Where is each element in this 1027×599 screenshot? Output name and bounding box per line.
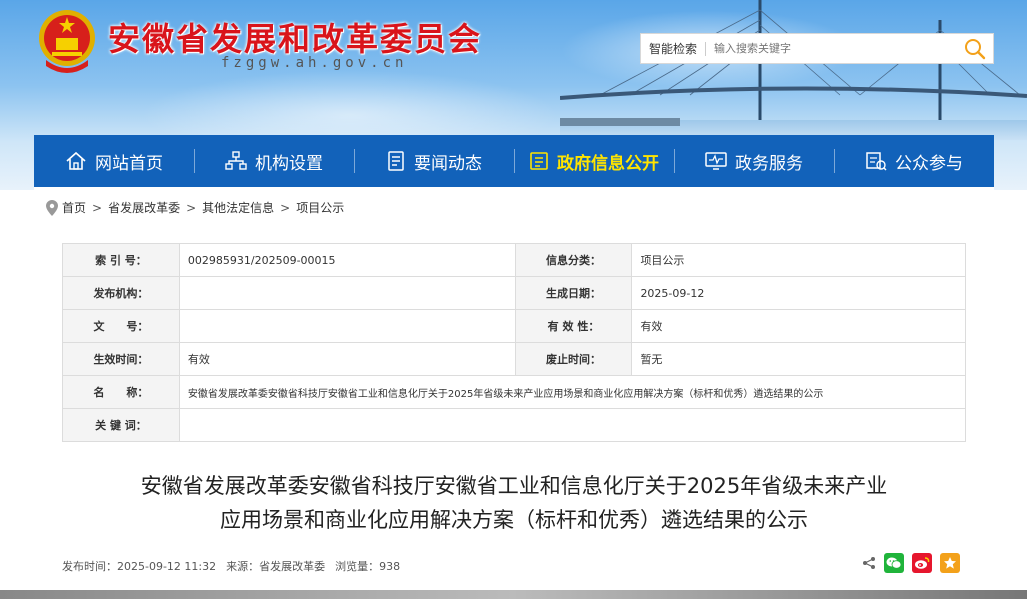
nav-item-news[interactable]: 要闻动态 <box>354 135 514 187</box>
nav-label: 政府信息公开 <box>557 153 659 174</box>
national-emblem-icon <box>39 10 95 73</box>
article-title-line: 应用场景和商业化应用解决方案（标杆和优秀）遴选结果的公示 <box>220 508 808 532</box>
meta-label: 索 引 号： <box>62 243 180 277</box>
breadcrumb-home[interactable]: 首页 <box>62 199 86 216</box>
home-icon <box>66 151 86 170</box>
table-row: 名 称： 安徽省发展改革委安徽省科技厅安徽省工业和信息化厅关于2025年省级未来… <box>62 375 967 409</box>
share-bar <box>862 553 960 573</box>
breadcrumb-separator: > <box>186 200 197 215</box>
table-row: 生效时间： 有效 废止时间： 暂无 <box>62 342 966 376</box>
breadcrumb-other-info[interactable]: 其他法定信息 <box>202 199 274 216</box>
main-nav: 网站首页 机构设置 要闻动态 政府信息公开 政务服务 公众参与 <box>34 135 994 187</box>
monitor-icon <box>705 152 727 170</box>
bridge-illustration <box>560 0 1027 126</box>
breadcrumb-separator: > <box>92 200 103 215</box>
nav-label: 公众参与 <box>895 153 963 174</box>
wechat-share-icon[interactable] <box>884 553 904 573</box>
table-row: 关 键 词： <box>62 408 967 442</box>
article-info-bar: 发布时间：2025-09-12 11:32 来源：省发展改革委 浏览量：938 <box>62 558 966 574</box>
location-pin-icon <box>46 199 58 216</box>
meta-value-effective: 有效 <box>178 342 516 376</box>
meta-label: 有 效 性： <box>514 309 633 343</box>
org-chart-icon <box>225 151 247 170</box>
site-domain: fzggw.ah.gov.cn <box>221 55 408 71</box>
table-row: 文 号： 有 效 性： 有效 <box>62 309 966 343</box>
search-box: 智能检索 <box>640 33 994 64</box>
search-icon[interactable] <box>957 34 993 63</box>
nav-item-info-disclosure[interactable]: 政府信息公开 <box>514 135 674 187</box>
table-row: 发布机构： 生成日期： 2025-09-12 <box>62 276 966 310</box>
meta-label: 信息分类： <box>514 243 633 277</box>
article-title-line: 安徽省发展改革委安徽省科技厅安徽省工业和信息化厅关于2025年省级未来产业 <box>140 474 888 498</box>
breadcrumb-separator: > <box>280 200 291 215</box>
nav-label: 机构设置 <box>255 153 323 174</box>
article-source: 来源：省发展改革委 <box>226 560 326 573</box>
meta-value-keywords <box>178 408 967 442</box>
meta-value-validity: 有效 <box>631 309 966 343</box>
window-bottom-edge <box>0 590 1027 599</box>
meta-label: 生效时间： <box>62 342 180 376</box>
meta-label: 名 称： <box>62 375 180 409</box>
nav-item-organization[interactable]: 机构设置 <box>194 135 354 187</box>
nav-item-home[interactable]: 网站首页 <box>34 135 194 187</box>
info-list-icon <box>530 152 548 170</box>
document-icon <box>388 151 404 171</box>
meta-value-index: 002985931/202509-00015 <box>178 243 516 277</box>
breadcrumb: 首页 > 省发展改革委 > 其他法定信息 > 项目公示 <box>46 199 344 216</box>
search-mode-label[interactable]: 智能检索 <box>641 41 707 56</box>
meta-value-docno <box>178 309 516 343</box>
favorite-star-icon[interactable] <box>940 553 960 573</box>
site-title[interactable]: 安徽省发展和改革委员会 <box>108 14 482 60</box>
meta-label: 发布机构： <box>62 276 180 310</box>
feedback-icon <box>866 152 887 171</box>
meta-value-name: 安徽省发展改革委安徽省科技厅安徽省工业和信息化厅关于2025年省级未来产业应用场… <box>178 375 967 409</box>
meta-label: 生成日期： <box>514 276 633 310</box>
table-row: 索 引 号： 002985931/202509-00015 信息分类： 项目公示 <box>62 243 966 277</box>
view-count: 浏览量：938 <box>335 560 401 573</box>
meta-label: 关 键 词： <box>62 408 180 442</box>
meta-value-publisher <box>178 276 516 310</box>
article-title: 安徽省发展改革委安徽省科技厅安徽省工业和信息化厅关于2025年省级未来产业 应用… <box>74 469 954 537</box>
share-icon[interactable] <box>862 556 876 570</box>
nav-item-services[interactable]: 政务服务 <box>674 135 834 187</box>
content-area: 首页 > 省发展改革委 > 其他法定信息 > 项目公示 索 引 号： 00298… <box>34 187 994 599</box>
nav-label: 网站首页 <box>95 153 163 174</box>
search-input[interactable] <box>706 34 957 63</box>
meta-value-created: 2025-09-12 <box>631 276 966 310</box>
document-meta-table: 索 引 号： 002985931/202509-00015 信息分类： 项目公示… <box>62 243 967 442</box>
weibo-share-icon[interactable] <box>912 553 932 573</box>
publish-time: 发布时间：2025-09-12 11:32 <box>62 560 217 573</box>
nav-label: 政务服务 <box>735 153 803 174</box>
nav-label: 要闻动态 <box>414 153 482 174</box>
breadcrumb-project-notice[interactable]: 项目公示 <box>296 199 344 216</box>
nav-item-participation[interactable]: 公众参与 <box>834 135 994 187</box>
meta-value-abolish: 暂无 <box>631 342 966 376</box>
meta-label: 废止时间： <box>514 342 633 376</box>
meta-label: 文 号： <box>62 309 180 343</box>
breadcrumb-ndrc[interactable]: 省发展改革委 <box>108 199 180 216</box>
meta-value-category: 项目公示 <box>631 243 966 277</box>
